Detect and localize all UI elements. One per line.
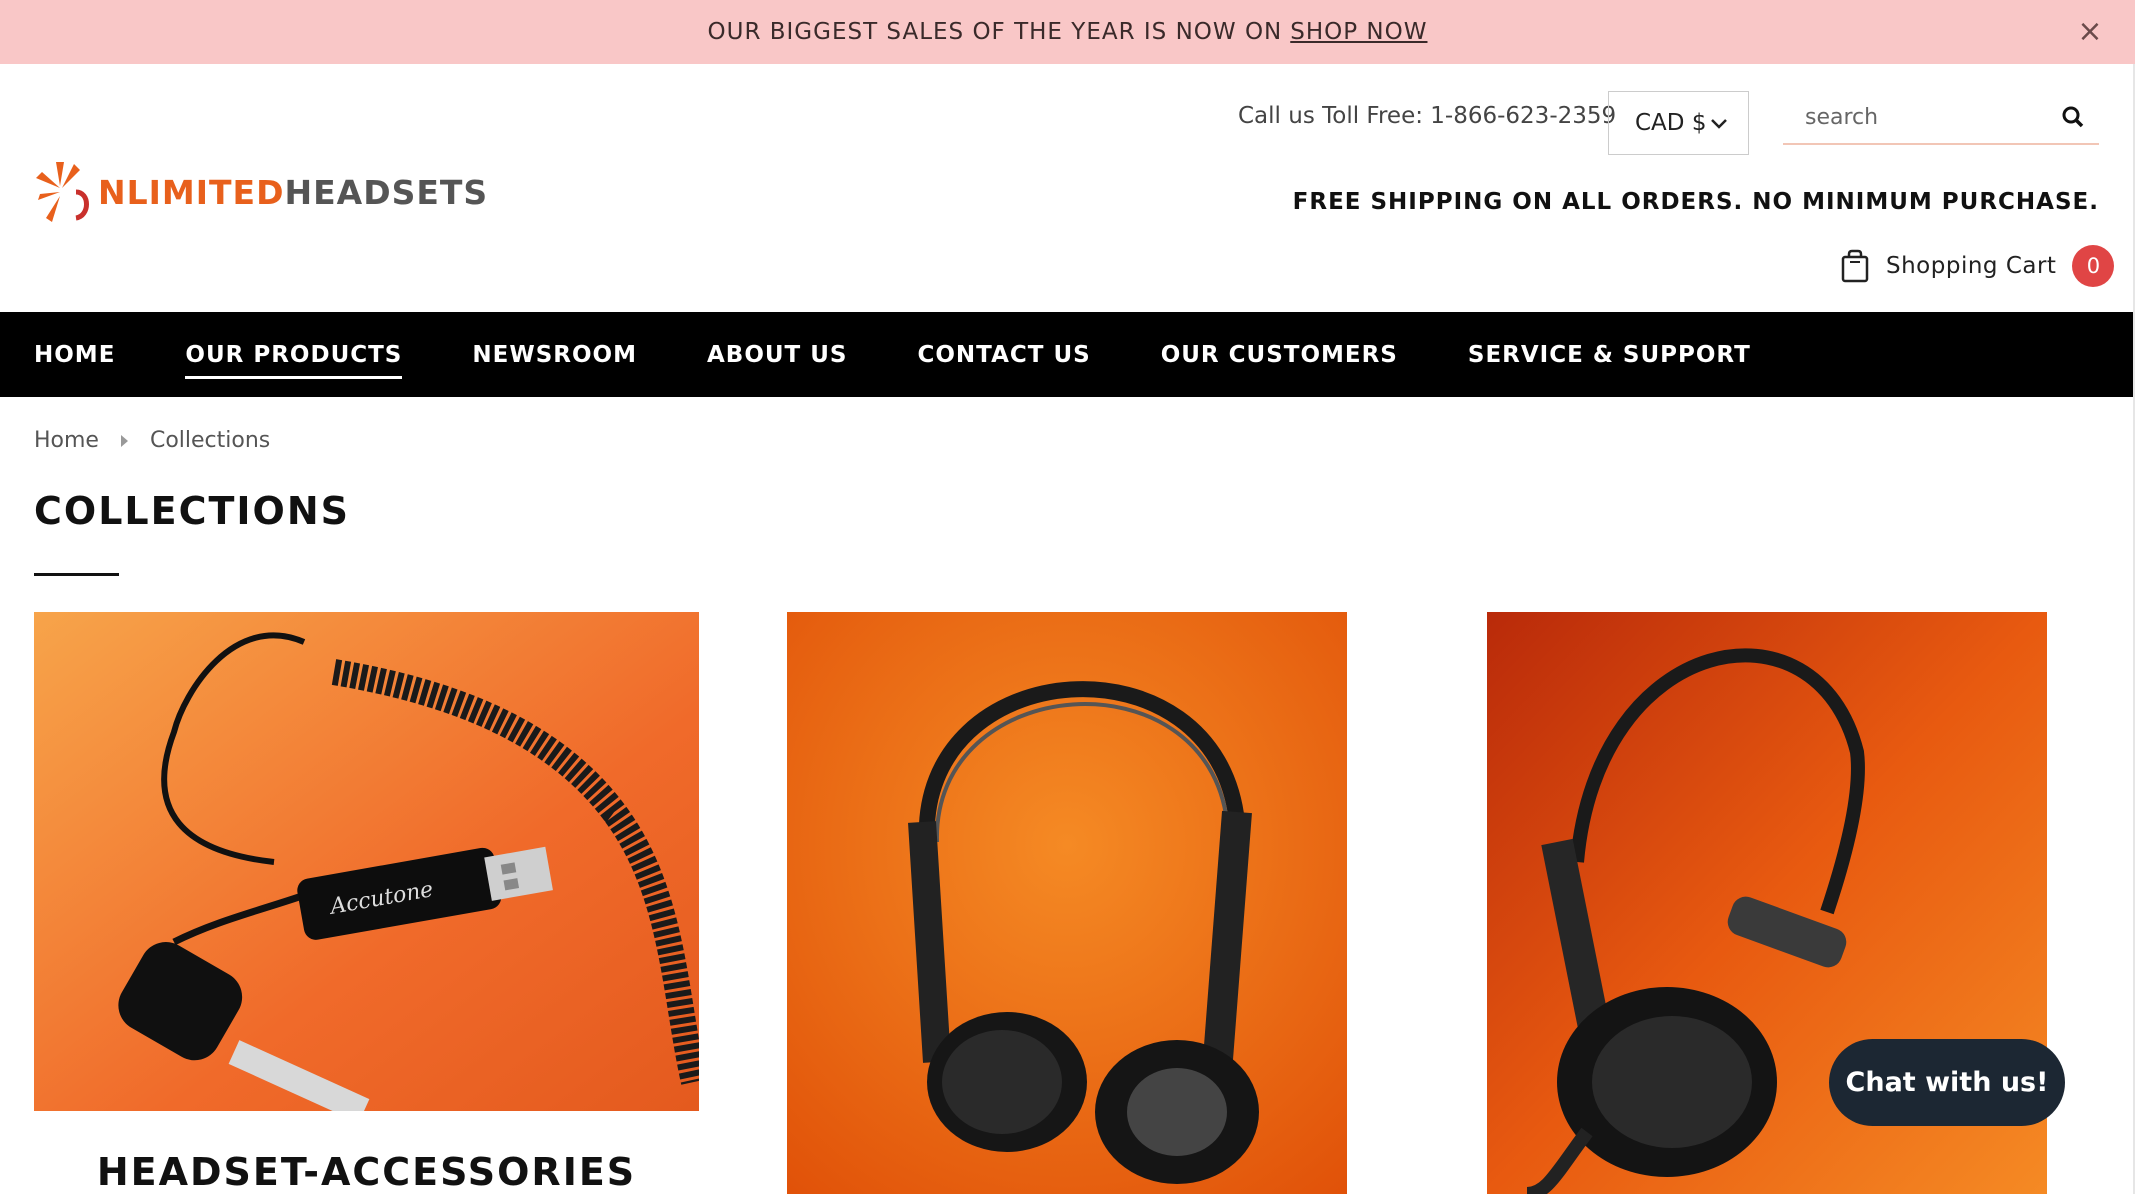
shopping-cart-link[interactable]: Shopping Cart 0	[1840, 244, 2115, 288]
breadcrumb-separator-icon	[120, 434, 128, 447]
currency-selector[interactable]: CAD $	[1608, 91, 1749, 155]
cart-label: Shopping Cart	[1886, 253, 2057, 279]
search-icon[interactable]	[2061, 105, 2085, 129]
close-icon[interactable]: ×	[2073, 14, 2107, 49]
shopping-bag-icon	[1841, 249, 1869, 283]
nav-item-newsroom[interactable]: NEWSROOM	[472, 335, 637, 375]
toll-free-text: Call us Toll Free: 1-866-623-2359	[1238, 103, 1617, 129]
logo-word-1: NLIMITED	[98, 172, 285, 212]
search-input[interactable]	[1805, 104, 2035, 130]
collection-card-headset-accessories[interactable]: Accutone	[34, 612, 707, 1123]
collection-title[interactable]: HEADSET-ACCESSORIES	[34, 1150, 699, 1194]
main-nav: HOME OUR PRODUCTS NEWSROOM ABOUT US CONT…	[0, 312, 2135, 397]
nav-item-our-customers[interactable]: OUR CUSTOMERS	[1161, 335, 1398, 375]
title-divider	[34, 573, 119, 576]
shop-now-link[interactable]: SHOP NOW	[1290, 19, 1427, 45]
currency-value: CAD $	[1635, 110, 1707, 136]
cart-count-badge: 0	[2072, 245, 2115, 287]
breadcrumb-home-link[interactable]: Home	[34, 428, 99, 453]
breadcrumb: Home Collections	[34, 428, 270, 453]
free-shipping-banner: FREE SHIPPING ON ALL ORDERS. NO MINIMUM …	[1292, 189, 2099, 215]
chevron-down-icon	[1711, 119, 1727, 129]
collection-card-dual-headset[interactable]	[787, 612, 1347, 1194]
nav-item-contact-us[interactable]: CONTACT US	[917, 335, 1090, 375]
breadcrumb-current: Collections	[149, 428, 271, 453]
chat-button[interactable]: Chat with us!	[1829, 1039, 2065, 1126]
announcement-text: OUR BIGGEST SALES OF THE YEAR IS NOW ON	[707, 19, 1283, 45]
nav-item-home[interactable]: HOME	[34, 335, 115, 375]
accessories-product-image: Accutone	[34, 612, 707, 1123]
nav-item-about-us[interactable]: ABOUT US	[707, 335, 848, 375]
announcement-bar: OUR BIGGEST SALES OF THE YEAR IS NOW ON …	[0, 0, 2135, 64]
dual-headset-product-image	[787, 612, 1347, 1194]
logo-wordmark: NLIMITEDHEADSETS	[98, 173, 488, 212]
logo-word-2: HEADSETS	[284, 172, 489, 212]
search-box[interactable]	[1783, 91, 2099, 145]
site-logo[interactable]: NLIMITEDHEADSETS	[34, 156, 488, 228]
logo-mark-icon	[36, 162, 89, 222]
page-title: COLLECTIONS	[34, 489, 350, 533]
nav-item-service-support[interactable]: SERVICE & SUPPORT	[1468, 335, 1751, 375]
nav-item-our-products[interactable]: OUR PRODUCTS	[185, 335, 403, 379]
